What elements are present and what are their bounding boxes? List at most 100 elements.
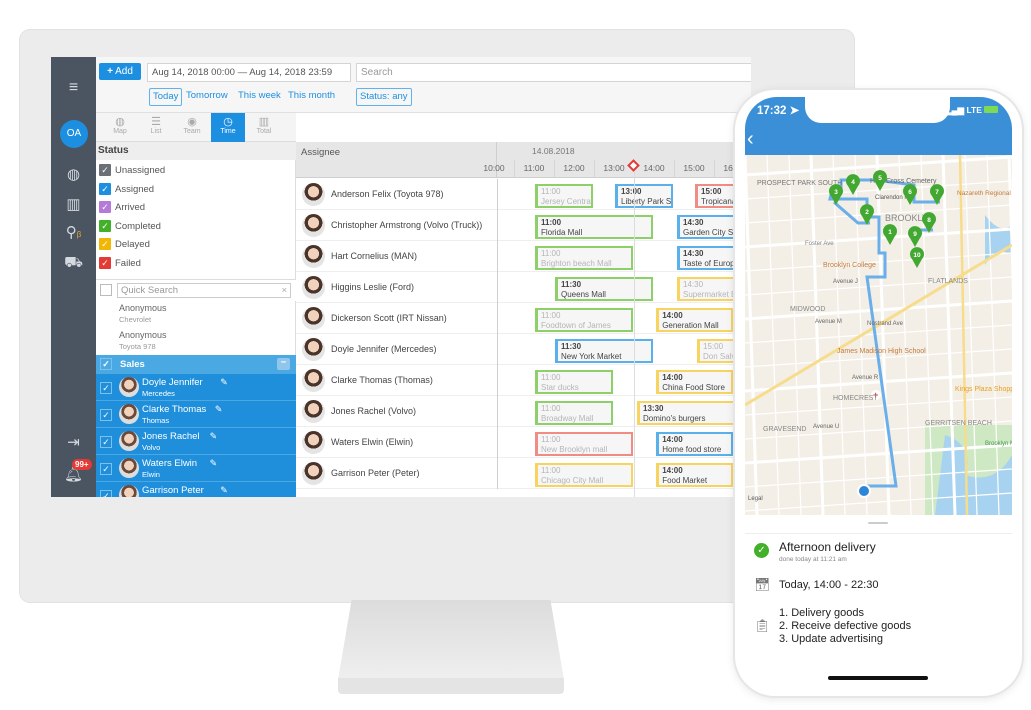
task-event[interactable]: 13:30 Domino's burgers [637,401,751,425]
member-photo [119,431,139,451]
task-event[interactable]: 14:00 Food Market [656,463,733,487]
status-filter-unassigned[interactable]: ✓ Unassigned [99,164,165,178]
chart-icon[interactable]: ▥ [51,195,96,213]
assignee-name[interactable]: Christopher Armstrong (Volvo (Truck)) [331,220,482,230]
assignee-name[interactable]: Garrison Peter (Peter) [331,468,420,478]
map-canvas[interactable]: +PROSPECT PARK SOUTH Holy Cross CemeteryN… [745,154,1012,516]
task-event[interactable]: 11:00 Broadway Mall [535,401,613,425]
assignee-name[interactable]: Hart Cornelius (MAN) [331,251,417,261]
status-filter-failed[interactable]: ✓ Failed [99,256,141,271]
task-event[interactable]: 11:00 Foodtown of James [535,308,633,332]
task-event[interactable]: 14:00 Home food store [656,432,733,456]
member-checkbox[interactable]: ✓ [100,490,112,497]
status-filter-arrived[interactable]: ✓ Arrived [99,201,145,215]
sheet-handle[interactable] [868,522,888,524]
clear-icon[interactable]: × [281,284,287,297]
status-filter-delayed[interactable]: ✓ Delayed [99,238,150,252]
assignee-name[interactable]: Dickerson Scott (IRT Nissan) [331,313,447,323]
task-event[interactable]: 13:00Liberty Park Supermarket [615,184,673,208]
view-tab-total[interactable]: ▥ Total [247,113,281,142]
collapse-icon[interactable]: − [277,358,290,370]
assignee-name[interactable]: Anderson Felix (Toyota 978) [331,189,444,199]
member-vehicle: Thomas [142,416,170,425]
task-event[interactable]: 11:00 Star ducks [535,370,613,394]
member-row[interactable]: ✓ Waters Elwin ✎ Elwin [96,455,296,482]
assignee-name[interactable]: Doyle Jennifer (Mercedes) [331,344,437,354]
task-event[interactable]: 11:00 Chicago City Mall [535,463,633,487]
task-event[interactable]: 11:00 Brighton beach Mall [535,246,633,270]
assignee-name[interactable]: Higgins Leslie (Ford) [331,282,414,292]
group-checkbox[interactable]: ✓ [100,358,112,370]
status-label: Unassigned [115,165,166,176]
assignee-name[interactable]: Waters Elwin (Elwin) [331,437,413,447]
filter-today[interactable]: Today [149,88,183,106]
unassigned-item[interactable]: Anonymous Chevrolet [119,303,167,324]
search-input[interactable]: Search [356,63,751,82]
status-label: Failed [115,257,141,269]
filter-this-month[interactable]: This month [285,88,338,106]
view-tab-time[interactable]: ◷ Time [211,113,245,142]
event-time: 14:00 [662,466,683,475]
unassigned-item[interactable]: Anonymous Toyota 978 [119,330,167,351]
car-icon[interactable]: ⛟ [51,254,96,273]
logout-icon[interactable]: ⇥ [51,433,96,451]
task-event[interactable]: 11:30 New York Market [555,339,653,363]
checkbox-icon[interactable]: ✓ [99,256,111,269]
task-event[interactable]: 11:00 New Brooklyn mall [535,432,633,456]
member-row[interactable]: ✓ Jones Rachel ✎ Volvo [96,428,296,455]
edit-icon[interactable]: ✎ [210,431,218,442]
filter-this-week[interactable]: This week [235,88,284,106]
checkbox-icon[interactable]: ✓ [99,164,111,176]
assignee-row: Anderson Felix (Toyota 978) 11:00 Jersey C… [296,179,751,210]
user-avatar[interactable]: OA [60,120,88,148]
checklist-icon: 📋︎ [754,618,771,633]
status-filter[interactable]: Status: any [356,88,412,106]
event-place: Brighton beach Mall [541,259,612,268]
select-all-checkbox[interactable] [100,284,112,296]
member-row[interactable]: ✓ Doyle Jennifer ✎ Mercedes [96,374,296,401]
street [745,299,1012,321]
view-tab-list[interactable]: ☰ List [139,113,173,142]
checkbox-icon[interactable]: ✓ [99,219,111,232]
group-sales[interactable]: ✓ Sales − [96,355,296,374]
assignee-photo [302,214,325,237]
back-button[interactable]: ‹ [747,129,754,149]
task-event[interactable]: 14:00 China Food Store [656,370,733,394]
status-filter-assigned[interactable]: ✓ Assigned [99,182,154,197]
member-checkbox[interactable]: ✓ [100,382,112,394]
map-label: Brooklyn Marine Park [985,441,1012,447]
route-map[interactable]: + PROSPECT PARK SOUTH Holy Cross Cemetery N… [745,154,1012,516]
member-checkbox[interactable]: ✓ [100,409,112,421]
assignee-name[interactable]: Jones Rachel (Volvo) [331,406,416,416]
filter-tomorrow[interactable]: Tomorrow [183,88,231,106]
quick-search-input[interactable]: Quick Search × [117,283,291,298]
assignee-column-header[interactable]: Assignee [296,142,497,178]
date-range-input[interactable]: Aug 14, 2018 00:00 — Aug 14, 2018 23:59 [147,63,351,82]
edit-icon[interactable]: ✎ [220,377,228,388]
home-indicator[interactable] [828,676,928,680]
street [875,154,891,516]
timeline-grid: Assignee 14.08.2018 10:00 11:00 12:00 13:00… [296,142,751,497]
checkbox-icon[interactable]: ✓ [99,182,111,195]
member-row[interactable]: ✓ Clarke Thomas ✎ Thomas [96,401,296,428]
location-beta-icon[interactable]: ⚲β [51,223,96,241]
edit-icon[interactable]: ✎ [220,485,228,496]
status-filter-completed[interactable]: ✓ Completed [99,219,161,234]
add-button[interactable]: + Add [99,63,141,80]
edit-icon[interactable]: ✎ [210,458,218,469]
view-tab-map[interactable]: ◍ Map [103,113,137,142]
member-checkbox[interactable]: ✓ [100,463,112,475]
menu-icon[interactable]: ≡ [51,79,96,97]
task-event[interactable]: 11:00 Jersey Central [535,184,593,208]
task-event[interactable]: 14:00 Generation Mall [656,308,733,332]
assignee-name[interactable]: Clarke Thomas (Thomas) [331,375,433,385]
checkbox-icon[interactable]: ✓ [99,201,111,213]
view-tab-team[interactable]: ◉ Team [175,113,209,142]
edit-icon[interactable]: ✎ [215,404,223,415]
member-row[interactable]: ✓ Garrison Peter ✎ [96,482,296,497]
task-event[interactable]: 11:00 Florida Mall [535,215,653,239]
checkbox-icon[interactable]: ✓ [99,238,111,250]
task-event[interactable]: 11:30 Queens Mall [555,277,653,301]
globe-icon[interactable]: ◍ [51,165,96,183]
member-checkbox[interactable]: ✓ [100,436,112,448]
